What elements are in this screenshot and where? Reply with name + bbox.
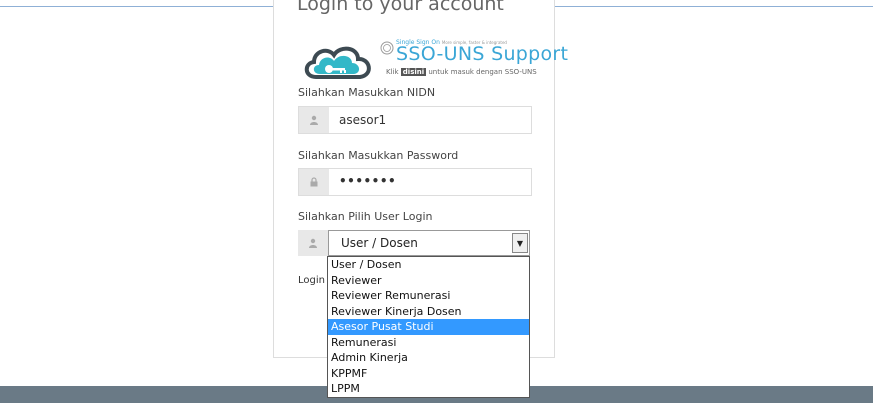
user-login-group: User / Dosen ▼ [298, 230, 530, 256]
login-title: Login to your account [297, 0, 504, 15]
nidn-field[interactable]: asesor1 [298, 106, 532, 134]
dropdown-option[interactable]: Reviewer Remunerasi [328, 288, 529, 304]
login-text: Login l [298, 275, 331, 286]
password-value: ••••••• [339, 174, 397, 188]
chevron-down-icon[interactable]: ▼ [512, 233, 528, 253]
dropdown-option-highlighted[interactable]: Asesor Pusat Studi [328, 319, 529, 335]
password-label: Silahkan Masukkan Password [298, 149, 459, 162]
password-field[interactable]: ••••••• [298, 168, 532, 196]
sso-banner[interactable]: Single Sign On More simple, faster & inte… [302, 39, 568, 85]
dropdown-option[interactable]: Remunerasi [328, 335, 529, 351]
cloud-key-icon [304, 46, 371, 79]
dropdown-option[interactable]: Reviewer [328, 273, 529, 289]
user-login-label: Silahkan Pilih User Login [298, 210, 433, 223]
sso-brand: SSO-UNS Support [396, 43, 569, 65]
dropdown-option[interactable]: Admin Kinerja [328, 350, 529, 366]
disini-link[interactable]: disini [400, 68, 427, 76]
user-login-selected: User / Dosen [341, 236, 418, 250]
user-login-select[interactable]: User / Dosen ▼ [328, 230, 530, 256]
dropdown-option[interactable]: User / Dosen [328, 257, 529, 273]
seal-icon [380, 41, 394, 55]
dropdown-option[interactable]: KPPMF [328, 366, 529, 382]
user-login-dropdown: User / Dosen Reviewer Reviewer Remuneras… [327, 256, 530, 398]
nidn-label: Silahkan Masukkan NIDN [298, 86, 436, 99]
nidn-value: asesor1 [339, 113, 387, 127]
user-icon [299, 107, 329, 133]
lock-icon [299, 169, 329, 195]
dropdown-option[interactable]: Reviewer Kinerja Dosen [328, 304, 529, 320]
dropdown-option[interactable]: LPPM [328, 381, 529, 397]
user-icon [298, 230, 328, 256]
sso-subtext: Klik disini untuk masuk dengan SSO-UNS [386, 68, 537, 76]
